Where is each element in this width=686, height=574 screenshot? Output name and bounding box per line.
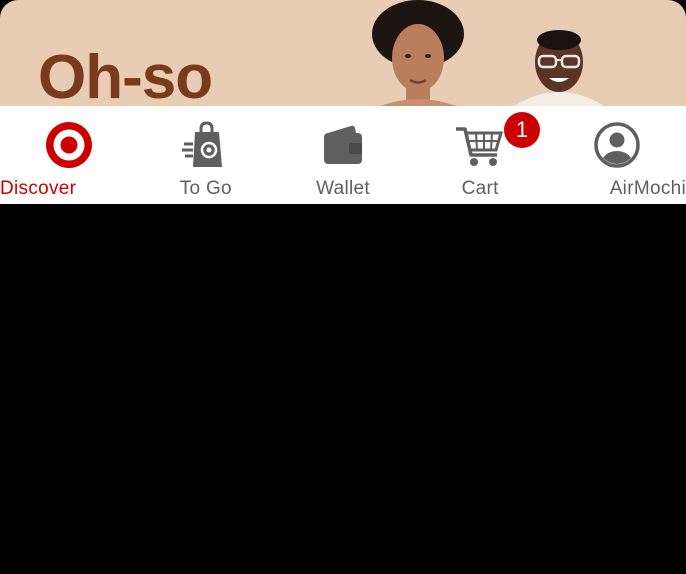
tab-to-go[interactable]: To Go <box>137 106 274 204</box>
model-photo-1 <box>372 0 464 106</box>
model-photo-2 <box>514 30 604 106</box>
banner-headline: Oh-so <box>38 43 213 106</box>
blank-content-area <box>0 204 686 574</box>
shopping-bag-pickup-icon <box>181 120 231 170</box>
tab-label: Cart <box>461 178 499 199</box>
tab-airmochi[interactable]: AirMochi <box>549 106 686 204</box>
tab-label: Wallet <box>316 178 370 199</box>
cart-count-badge: 1 <box>504 112 540 148</box>
tab-discover[interactable]: Discover <box>0 106 137 204</box>
bottom-tab-bar: Discover To Go Wallet Cart AirMochi <box>0 106 686 204</box>
promo-banner[interactable]: Oh-so <box>0 0 686 106</box>
target-bullseye-icon <box>44 120 94 170</box>
account-circle-icon <box>592 120 642 170</box>
app-screen: Oh-so Discover To Go Wallet Cart AirMoch… <box>0 0 686 574</box>
shopping-cart-icon <box>455 120 505 170</box>
tab-label: AirMochi <box>609 178 686 199</box>
wallet-icon <box>318 120 368 170</box>
tab-label: Discover <box>0 178 77 199</box>
tab-label: To Go <box>179 178 232 199</box>
tab-wallet[interactable]: Wallet <box>274 106 411 204</box>
